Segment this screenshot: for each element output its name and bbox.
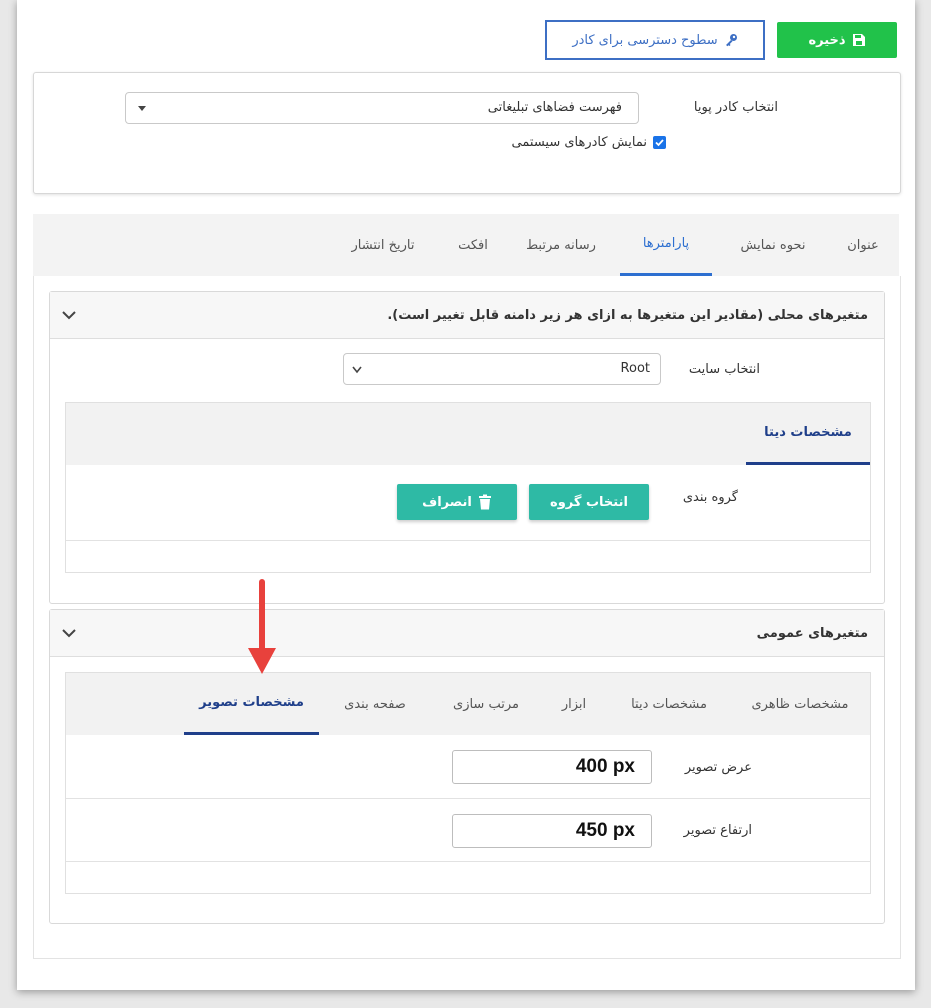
tab-related-media[interactable]: رسانه مرتبط xyxy=(511,214,611,276)
tab-title[interactable]: عنوان xyxy=(833,214,893,276)
access-levels-button[interactable]: سطوح دسترسی برای کادر xyxy=(545,20,765,60)
trash-icon xyxy=(478,494,491,510)
global-variables-header[interactable]: متغیرهای عمومی xyxy=(50,610,884,657)
select-group-label: انتخاب گروه xyxy=(550,494,628,510)
image-height-value: 450 px xyxy=(575,820,635,841)
global-settings-panel: مشخصات ظاهری مشخصات دیتا ابزار مرتب سازی… xyxy=(65,672,871,894)
annotation-arrow-icon xyxy=(248,579,276,674)
global-variables-card: متغیرهای عمومی مشخصات ظاهری مشخصات دیتا … xyxy=(49,609,885,924)
app-window: ذخیره سطوح دسترسی برای کادر انتخاب کادر … xyxy=(17,0,915,990)
data-specs-tabs: مشخصات دیتا xyxy=(66,403,870,465)
site-select-value: Root xyxy=(620,361,650,376)
site-select-label: انتخاب سایت xyxy=(688,362,760,377)
show-system-checkbox[interactable] xyxy=(653,136,666,149)
tab-sorting[interactable]: مرتب سازی xyxy=(436,673,536,735)
local-variables-card: متغیرهای محلی (مقادیر این متغیرها به ازا… xyxy=(49,291,885,604)
global-tabs: مشخصات ظاهری مشخصات دیتا ابزار مرتب سازی… xyxy=(66,673,870,735)
select-group-button[interactable]: انتخاب گروه xyxy=(529,484,649,520)
tab-data-specs[interactable]: مشخصات دیتا xyxy=(614,673,724,735)
grouping-label: گروه بندی xyxy=(682,490,738,505)
show-system-frames[interactable]: نمایش کادرهای سیستمی xyxy=(512,135,666,150)
cancel-label: انصراف xyxy=(422,494,472,510)
local-variables-header[interactable]: متغیرهای محلی (مقادیر این متغیرها به ازا… xyxy=(50,292,884,339)
save-button[interactable]: ذخیره xyxy=(777,22,897,58)
frame-select-panel: انتخاب کادر پویا فهرست فضاهای تبلیغاتی ن… xyxy=(33,72,901,194)
chevron-down-icon[interactable] xyxy=(60,624,78,642)
chevron-down-icon xyxy=(352,366,362,374)
main-tabs: عنوان نحوه نمایش پارامترها رسانه مرتبط ا… xyxy=(33,214,899,276)
tab-appearance[interactable]: مشخصات ظاهری xyxy=(740,673,860,735)
tab-parameters[interactable]: پارامترها xyxy=(620,214,712,276)
check-icon xyxy=(655,139,664,147)
save-button-label: ذخیره xyxy=(808,32,846,48)
local-variables-title: متغیرهای محلی (مقادیر این متغیرها به ازا… xyxy=(387,307,868,323)
cancel-button[interactable]: انصراف xyxy=(397,484,517,520)
divider xyxy=(66,861,870,862)
tab-effect[interactable]: افکت xyxy=(443,214,503,276)
site-select[interactable]: Root xyxy=(343,353,661,385)
frame-select-label: انتخاب کادر پویا xyxy=(693,100,778,115)
chevron-down-icon[interactable] xyxy=(60,306,78,324)
global-variables-title: متغیرهای عمومی xyxy=(756,625,868,641)
tab-tools[interactable]: ابزار xyxy=(546,673,602,735)
floppy-disk-icon xyxy=(852,34,865,46)
frame-select[interactable]: فهرست فضاهای تبلیغاتی xyxy=(125,92,639,124)
tab-pagination[interactable]: صفحه بندی xyxy=(322,673,428,735)
divider xyxy=(66,540,870,541)
tab-publish-date[interactable]: تاریخ انتشار xyxy=(333,214,433,276)
tab-content: متغیرهای محلی (مقادیر این متغیرها به ازا… xyxy=(33,276,901,959)
tab-image-specs[interactable]: مشخصات تصویر xyxy=(184,673,319,735)
image-height-label: ارتفاع تصویر xyxy=(683,823,752,838)
show-system-label: نمایش کادرهای سیستمی xyxy=(511,135,647,150)
image-width-input[interactable]: 400 px xyxy=(452,750,652,784)
frame-select-value: فهرست فضاهای تبلیغاتی xyxy=(487,100,622,115)
image-height-input[interactable]: 450 px xyxy=(452,814,652,848)
caret-down-icon xyxy=(138,106,146,111)
tab-display-mode[interactable]: نحوه نمایش xyxy=(723,214,823,276)
tab-data-specs[interactable]: مشخصات دیتا xyxy=(746,403,870,465)
data-specs-panel: مشخصات دیتا گروه بندی انتخاب گروه انصراف xyxy=(65,402,871,573)
divider xyxy=(66,798,870,799)
access-levels-label: سطوح دسترسی برای کادر xyxy=(572,32,718,48)
image-width-label: عرض تصویر xyxy=(684,760,752,775)
image-width-value: 400 px xyxy=(575,756,635,777)
key-icon xyxy=(725,34,737,47)
